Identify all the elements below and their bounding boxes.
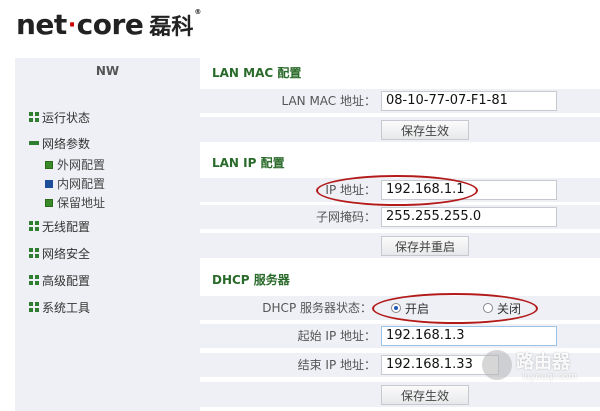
sidebar-subitem-wan[interactable]: 外网配置	[15, 155, 200, 174]
ip-label: IP 地址：	[325, 183, 376, 197]
collapse-minus-icon	[29, 138, 39, 148]
sidebar-item-wireless[interactable]: 无线配置	[15, 215, 200, 237]
sidebar-item-label: 系统工具	[42, 300, 91, 315]
save-mac-button[interactable]: 保存生效	[381, 120, 469, 140]
section-title-lan-mac: LAN MAC 配置	[200, 58, 600, 86]
main-panel: LAN MAC 配置 LAN MAC 地址： 08-10-77-07-F1-81…	[200, 58, 600, 411]
grid-icon	[29, 221, 39, 231]
sidebar-subitem-lan[interactable]: 内网配置	[15, 174, 200, 193]
sidebar: NW 运行状态 网络参数 外网配置 内网配置 保留地址 无线配置 网络安全 高级…	[15, 58, 200, 411]
sidebar-item-label: 运行状态	[42, 110, 91, 125]
section-title-lan-ip: LAN IP 配置	[200, 148, 600, 176]
form-row-dhcp-start: 起始 IP 地址： 192.168.1.3	[200, 323, 600, 348]
end-ip-label: 结束 IP 地址：	[297, 358, 376, 372]
mac-label: LAN MAC 地址：	[281, 94, 376, 108]
end-ip-field[interactable]: 192.168.1.33	[381, 355, 499, 375]
section-title-dhcp: DHCP 服务器	[200, 265, 600, 293]
form-row-ip-save: 保存并重启	[200, 232, 600, 258]
sidebar-subitem-label: 外网配置	[57, 158, 106, 172]
grid-icon	[29, 302, 39, 312]
sidebar-item-advanced[interactable]: 高级配置	[15, 269, 200, 291]
mask-label: 子网掩码：	[315, 210, 376, 224]
form-row-dhcp-status: DHCP 服务器状态： 开启 关闭	[200, 295, 600, 320]
sidebar-item-label: 高级配置	[42, 273, 91, 288]
radio-selected-icon	[391, 303, 401, 313]
sidebar-item-tools[interactable]: 系统工具	[15, 296, 200, 318]
blue-square-icon	[45, 179, 53, 188]
dhcp-off-label: 关闭	[497, 301, 522, 316]
sidebar-item-network[interactable]: 网络参数	[15, 132, 200, 154]
dhcp-on-radio[interactable]: 开启	[391, 301, 430, 316]
grid-icon	[29, 275, 39, 285]
grid-icon	[29, 248, 39, 258]
form-row-mac: LAN MAC 地址： 08-10-77-07-F1-81	[200, 88, 600, 113]
sidebar-subitem-label: 保留地址	[57, 196, 106, 210]
logo-dot: ·	[67, 13, 76, 38]
sidebar-item-label: 网络参数	[42, 136, 91, 151]
grid-icon	[29, 112, 39, 122]
form-row-dhcp-end: 结束 IP 地址： 192.168.1.33	[200, 352, 600, 377]
dhcp-off-radio[interactable]: 关闭	[483, 301, 522, 316]
dhcp-status-label: DHCP 服务器状态：	[262, 301, 372, 315]
green-square-icon	[45, 198, 53, 207]
sidebar-subitem-label: 内网配置	[57, 177, 106, 191]
sidebar-item-label: 网络安全	[42, 246, 91, 261]
sidebar-subitem-reserved[interactable]: 保留地址	[15, 193, 200, 212]
green-square-icon	[45, 160, 53, 169]
start-ip-label: 起始 IP 地址：	[297, 329, 376, 343]
sidebar-item-security[interactable]: 网络安全	[15, 242, 200, 264]
form-row-dhcp-save: 保存生效	[200, 381, 600, 407]
radio-unselected-icon	[483, 303, 493, 313]
form-row-mask: 子网掩码： 255.255.255.0	[200, 204, 600, 229]
registered-mark: ®	[194, 8, 201, 16]
subnet-mask-field[interactable]: 255.255.255.0	[381, 207, 557, 227]
form-row-mac-save: 保存生效	[200, 116, 600, 142]
logo-text-core: core	[76, 8, 144, 41]
start-ip-field[interactable]: 192.168.1.3	[381, 326, 557, 346]
sidebar-item-status[interactable]: 运行状态	[15, 106, 200, 128]
logo-text-net: net	[16, 8, 67, 41]
logo-text-cn: 磊科	[149, 15, 194, 40]
ip-address-field[interactable]: 192.168.1.1	[381, 180, 557, 200]
form-row-ip: IP 地址： 192.168.1.1	[200, 177, 600, 202]
save-reboot-button[interactable]: 保存并重启	[381, 236, 469, 256]
sidebar-header: NW	[95, 64, 120, 78]
dhcp-on-label: 开启	[405, 301, 430, 316]
mac-address-field[interactable]: 08-10-77-07-F1-81	[381, 91, 557, 111]
save-dhcp-button[interactable]: 保存生效	[381, 385, 469, 405]
sidebar-item-label: 无线配置	[42, 219, 91, 234]
header: net·core 磊科®	[0, 0, 600, 52]
netcore-logo: net·core 磊科®	[16, 8, 201, 41]
